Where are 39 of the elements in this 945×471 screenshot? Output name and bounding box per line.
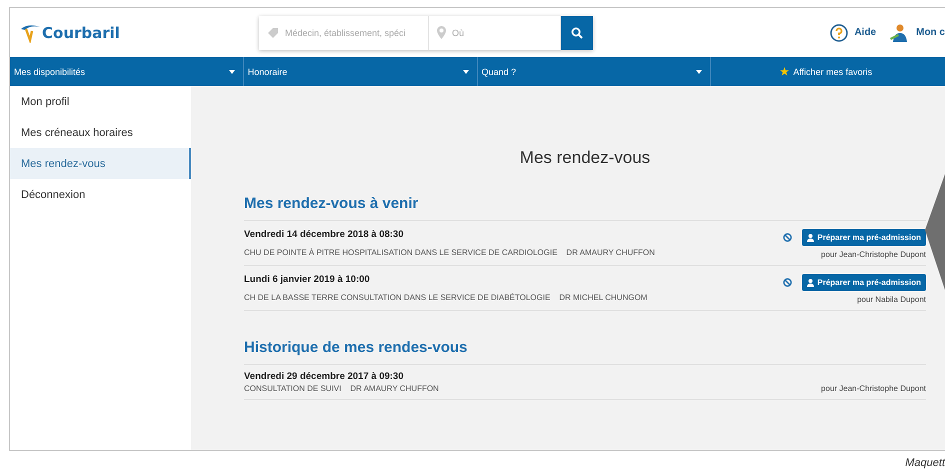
appointment-details: CH DE LA BASSE TERRE CONSULTATION DANS LE SERVICE DE DIABÉTOLOGIE DR MICHEL CHUNGOM — [244, 293, 648, 302]
cancel-icon[interactable] — [783, 278, 792, 287]
location-field[interactable]: Où — [452, 28, 552, 38]
search-field[interactable]: Médecin, établissement, spéci — [285, 28, 420, 38]
caret-icon — [696, 70, 702, 74]
search-icon — [571, 26, 583, 38]
sidebar-item[interactable]: Mes créneaux horaires — [10, 117, 191, 148]
sidebar-item[interactable]: Mon profil — [10, 86, 191, 117]
logo-text: Courbaril — [42, 24, 120, 42]
logo-icon — [20, 22, 42, 42]
person-icon — [807, 234, 814, 242]
appointment-date: Vendredi 29 décembre 2017 à 09:30 — [244, 371, 404, 382]
patient-name: pour Nabila Dupont — [857, 295, 926, 304]
favorites-link[interactable]: Afficher mes favoris — [793, 66, 872, 76]
section-title: Mes rendez-vous à venir — [244, 195, 926, 221]
sidebar-item[interactable]: Déconnexion — [10, 179, 191, 210]
help-link[interactable]: Aide — [830, 24, 876, 42]
tag-icon — [267, 26, 279, 38]
pre-admission-button[interactable]: Préparer ma pré-admission — [802, 274, 926, 291]
help-icon — [830, 24, 848, 42]
caret-icon — [228, 70, 235, 74]
page-title: Mes rendez-vous — [518, 148, 652, 168]
section-title: Historique de mes rendes-vous — [244, 339, 926, 365]
pin-icon — [437, 26, 446, 39]
pre-admission-button[interactable]: Préparer ma pré-admission — [802, 229, 926, 246]
appointment-details: CHU DE POINTE À PITRE HOSPITALISATION DANS LE SERVICE DE CARDIOLOGIE DR AMAURY CHUFFON — [244, 248, 655, 257]
appointment-details: CONSULTATION DE SUIVI DR AMAURY CHUFFON — [244, 384, 439, 393]
caret-icon — [462, 70, 469, 74]
search-button[interactable] — [561, 16, 593, 50]
account-link[interactable]: Mon c — [890, 24, 945, 42]
appointment-date: Lundi 6 janvier 2019 à 10:00 — [244, 274, 371, 285]
sidebar-item[interactable]: Mes rendez-vous — [10, 148, 191, 179]
star-icon — [780, 67, 790, 76]
person-icon — [807, 278, 814, 286]
appointment-date: Vendredi 14 décembre 2018 à 08:30 — [244, 229, 404, 240]
patient-name: pour Jean-Christophe Dupont — [821, 250, 926, 259]
caption: Maquett — [905, 457, 945, 469]
patient-name: pour Jean-Christophe Dupont — [821, 384, 926, 393]
cancel-icon[interactable] — [783, 233, 792, 242]
